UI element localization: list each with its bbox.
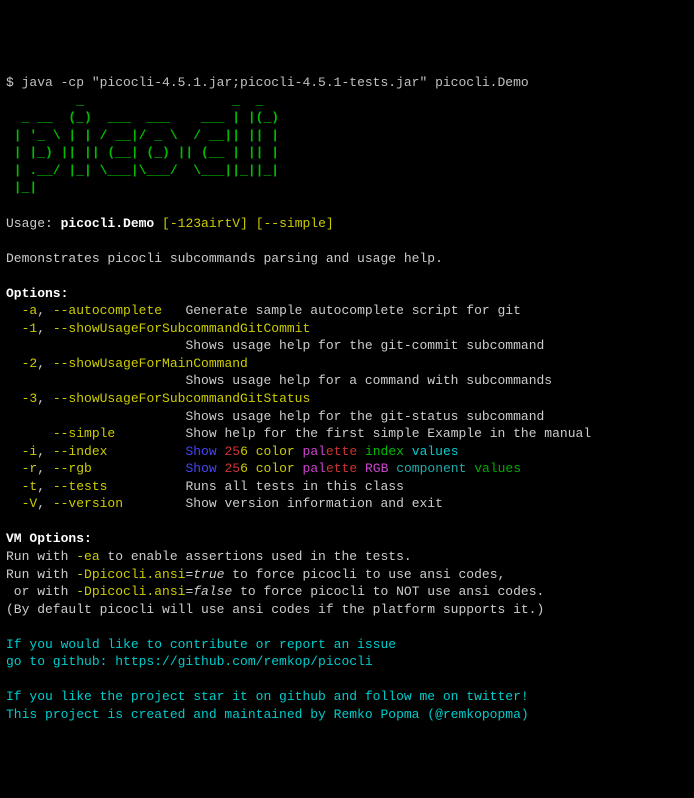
- color-word: Show: [185, 444, 216, 459]
- opt-desc: Shows usage help for the git-status subc…: [185, 409, 544, 424]
- opt-desc: Runs all tests in this class: [185, 479, 403, 494]
- footer-line: If you like the project star it on githu…: [6, 689, 529, 704]
- footer-line: This project is created and maintained b…: [6, 707, 529, 722]
- color-word: Show: [185, 461, 216, 476]
- color-word: 6 color: [240, 461, 295, 476]
- color-word: 6 color: [240, 444, 295, 459]
- description: Demonstrates picocli subcommands parsing…: [6, 251, 443, 266]
- opt-desc: Shows usage help for a command with subc…: [185, 373, 552, 388]
- ascii-art-line: | .__/ |_| \___|\___/ \___||_||_|: [6, 163, 279, 178]
- opt-long: --rgb: [53, 461, 92, 476]
- color-word: values: [474, 461, 521, 476]
- vm-options-header: VM Options:: [6, 531, 92, 546]
- opt-long: --index: [53, 444, 108, 459]
- usage-label: Usage:: [6, 216, 61, 231]
- color-word: RGB: [365, 461, 388, 476]
- opt-short: -t: [22, 479, 38, 494]
- opt-long: --simple: [53, 426, 115, 441]
- opt-short: -3: [22, 391, 38, 406]
- ascii-art-line: |_|: [6, 180, 37, 195]
- usage-opts: [-123airtV]: [162, 216, 248, 231]
- ascii-art-line: | '_ \ | | / __|/ _ \ / __|| || |: [6, 128, 279, 143]
- prompt: $: [6, 75, 22, 90]
- color-word: index: [365, 444, 404, 459]
- vm-line: or with -Dpicocli.ansi=false to force pi…: [6, 584, 544, 599]
- opt-long: --tests: [53, 479, 108, 494]
- footer-line: If you would like to contribute or repor…: [6, 637, 396, 652]
- color-word: pal: [303, 461, 326, 476]
- usage-command: picocli.Demo: [61, 216, 155, 231]
- opt-long: --showUsageForMainCommand: [53, 356, 248, 371]
- github-url[interactable]: https://github.com/remkop/picocli: [115, 654, 372, 669]
- ascii-art-line: _ __ (_) ___ ___ ___ | |(_): [6, 110, 279, 125]
- ascii-art-line: _ _ _: [6, 93, 263, 108]
- opt-desc: Generate sample autocomplete script for …: [185, 303, 520, 318]
- opt-short: -r: [22, 461, 38, 476]
- vm-line: (By default picocli will use ansi codes …: [6, 602, 544, 617]
- footer-line: go to github: https://github.com/remkop/…: [6, 654, 373, 669]
- color-word: ette: [326, 444, 357, 459]
- color-word: values: [412, 444, 459, 459]
- color-word: ette: [326, 461, 357, 476]
- vm-line: Run with -ea to enable assertions used i…: [6, 549, 412, 564]
- opt-long: --showUsageForSubcommandGitCommit: [53, 321, 310, 336]
- opt-short: -2: [22, 356, 38, 371]
- ascii-art-line: | |_) || || (__| (_) || (__ | || |: [6, 145, 279, 160]
- opt-desc: Show help for the first simple Example i…: [185, 426, 591, 441]
- opt-short: -i: [22, 444, 38, 459]
- color-word: 25: [225, 461, 241, 476]
- opt-short: -V: [22, 496, 38, 511]
- color-word: component: [396, 461, 466, 476]
- opt-long: --showUsageForSubcommandGitStatus: [53, 391, 310, 406]
- opt-long: --version: [53, 496, 123, 511]
- opt-short: -1: [22, 321, 38, 336]
- usage-opts: [--simple]: [256, 216, 334, 231]
- color-word: 25: [224, 444, 240, 459]
- opt-long: --autocomplete: [53, 303, 162, 318]
- vm-line: Run with -Dpicocli.ansi=true to force pi…: [6, 567, 505, 582]
- options-header: Options:: [6, 286, 68, 301]
- opt-short: -a: [22, 303, 38, 318]
- opt-desc: Shows usage help for the git-commit subc…: [185, 338, 544, 353]
- opt-desc: Show version information and exit: [185, 496, 442, 511]
- color-word: pal: [303, 444, 326, 459]
- command-line: java -cp "picocli-4.5.1.jar;picocli-4.5.…: [22, 75, 529, 90]
